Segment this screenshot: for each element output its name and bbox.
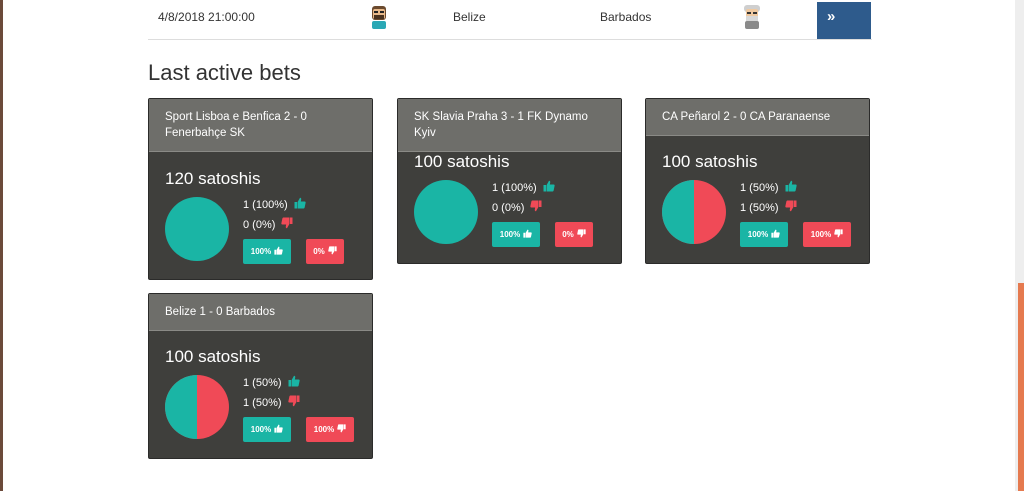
vote-down-button[interactable]: 100% bbox=[803, 222, 851, 247]
thumbs-down-icon bbox=[287, 395, 300, 410]
scrollbar[interactable] bbox=[1015, 0, 1024, 491]
team-a-avatar-icon bbox=[368, 4, 390, 30]
vote-up-button[interactable]: 100% bbox=[243, 239, 291, 264]
thumbs-up-icon bbox=[523, 229, 532, 240]
down-votes: 0 (0%) bbox=[492, 200, 542, 215]
vote-down-button[interactable]: 0% bbox=[306, 239, 344, 264]
pie-slice-up bbox=[165, 375, 197, 439]
bet-amount: 120 satoshis bbox=[165, 169, 261, 188]
up-votes: 1 (100%) bbox=[492, 180, 555, 195]
vote-down-button[interactable]: 0% bbox=[555, 222, 593, 247]
down-votes: 0 (0%) bbox=[243, 217, 293, 232]
down-votes: 1 (50%) bbox=[740, 200, 797, 215]
thumbs-down-icon bbox=[784, 200, 797, 215]
bet-card: Belize 1 - 0 Barbados 100 satoshis 1 (50… bbox=[148, 293, 373, 459]
thumbs-up-icon bbox=[288, 375, 300, 390]
vote-up-button[interactable]: 100% bbox=[492, 222, 540, 247]
pie-slice-up bbox=[662, 180, 694, 244]
bet-card-title: CA Peñarol 2 - 0 CA Paranaense bbox=[646, 99, 869, 136]
thumbs-down-icon bbox=[337, 424, 346, 435]
bet-amount: 100 satoshis bbox=[414, 152, 510, 171]
scrollbar-thumb[interactable] bbox=[1018, 283, 1024, 491]
vote-up-button[interactable]: 100% bbox=[740, 222, 788, 247]
match-go-button[interactable]: » bbox=[817, 2, 871, 39]
thumbs-up-icon bbox=[543, 180, 555, 195]
thumbs-up-icon bbox=[785, 180, 797, 195]
bet-amount: 100 satoshis bbox=[662, 152, 758, 171]
match-row: 4/8/2018 21:00:00 Belize Barbados » bbox=[148, 0, 872, 40]
vote-pie-chart bbox=[662, 180, 726, 244]
pie-slice-up bbox=[414, 180, 478, 244]
down-votes: 1 (50%) bbox=[243, 395, 300, 410]
thumbs-up-icon bbox=[294, 197, 306, 212]
team-b-name: Barbados bbox=[600, 10, 652, 24]
thumbs-down-icon bbox=[530, 200, 542, 215]
thumbs-down-icon bbox=[281, 217, 293, 232]
up-votes: 1 (50%) bbox=[740, 180, 797, 195]
bet-card: CA Peñarol 2 - 0 CA Paranaense 100 satos… bbox=[645, 98, 870, 264]
section-title: Last active bets bbox=[148, 60, 301, 85]
up-votes: 1 (50%) bbox=[243, 375, 300, 390]
thumbs-down-icon bbox=[577, 229, 586, 240]
pie-slice-up bbox=[165, 197, 229, 261]
team-b-avatar-icon bbox=[741, 4, 763, 30]
match-date: 4/8/2018 21:00:00 bbox=[158, 10, 255, 24]
thumbs-up-icon bbox=[274, 424, 283, 435]
bet-card: SK Slavia Praha 3 - 1 FK Dynamo Kyiv 100… bbox=[397, 98, 622, 264]
bet-card-title: Sport Lisboa e Benfica 2 - 0 Fenerbahçe … bbox=[149, 99, 372, 152]
thumbs-down-icon bbox=[834, 229, 843, 240]
thumbs-up-icon bbox=[274, 246, 283, 257]
team-a-name: Belize bbox=[453, 10, 486, 24]
thumbs-up-icon bbox=[771, 229, 780, 240]
vote-pie-chart bbox=[165, 375, 229, 439]
vote-pie-chart bbox=[414, 180, 478, 244]
bet-card: Sport Lisboa e Benfica 2 - 0 Fenerbahçe … bbox=[148, 98, 373, 280]
left-edge bbox=[0, 0, 3, 491]
bet-card-title: Belize 1 - 0 Barbados bbox=[149, 294, 372, 331]
bet-amount: 100 satoshis bbox=[165, 347, 261, 366]
main-content: 4/8/2018 21:00:00 Belize Barbados » Last… bbox=[148, 0, 872, 459]
vote-down-button[interactable]: 100% bbox=[306, 417, 354, 442]
up-votes: 1 (100%) bbox=[243, 197, 306, 212]
thumbs-down-icon bbox=[328, 246, 337, 257]
bet-card-title: SK Slavia Praha 3 - 1 FK Dynamo Kyiv bbox=[398, 99, 621, 152]
vote-pie-chart bbox=[165, 197, 229, 261]
vote-up-button[interactable]: 100% bbox=[243, 417, 291, 442]
